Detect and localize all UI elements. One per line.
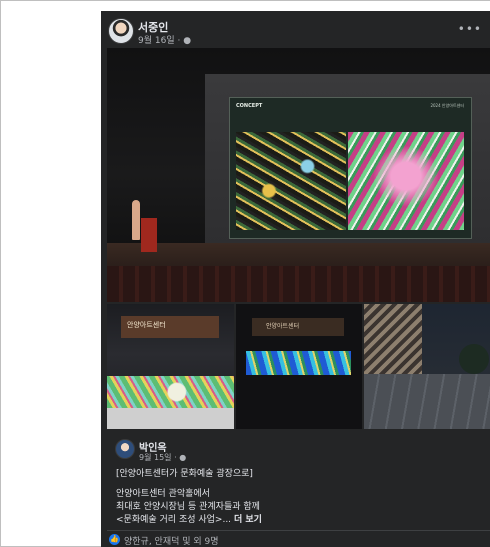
divider bbox=[107, 530, 490, 531]
shared-post-line-2: 안양아트센터 관악홀에서 bbox=[116, 489, 210, 499]
screen-artwork-left bbox=[236, 132, 346, 230]
facebook-post-card: 서중인 9월 16일 · ● ••• CONCEPT 2024 안양아트센터 안… bbox=[101, 11, 490, 547]
see-more-link[interactable]: 더 보기 bbox=[234, 515, 262, 525]
plaza-ground bbox=[364, 374, 490, 429]
post-date[interactable]: 9월 16일 bbox=[138, 36, 175, 46]
shared-post[interactable]: 박인옥 9월 15일 · ● [안양아트센터가 문화예술 광장으로] 안양아트센… bbox=[107, 431, 490, 527]
plaza-floor bbox=[107, 408, 234, 429]
tree bbox=[459, 344, 489, 374]
frame-border-top bbox=[0, 0, 490, 1]
shared-author-avatar[interactable] bbox=[115, 439, 135, 459]
building-sign-text: 안양아트센터 bbox=[127, 321, 166, 329]
screen-title: CONCEPT bbox=[236, 103, 263, 109]
reactions-row[interactable]: 👍 양한규, 안재덕 및 외 9명 bbox=[109, 534, 489, 547]
author-avatar[interactable] bbox=[108, 18, 134, 44]
left-blank-area bbox=[0, 0, 100, 547]
globe-icon: ● bbox=[183, 36, 192, 46]
more-options-icon[interactable]: ••• bbox=[458, 23, 482, 35]
shared-post-line-4: <문화예술 거리 조성 사업>... 더 보기 bbox=[116, 512, 262, 525]
photo-thumbnail-2[interactable]: 안양아트센터 bbox=[236, 304, 362, 429]
stage-floor bbox=[107, 243, 490, 268]
lectern bbox=[141, 218, 157, 252]
main-photo[interactable]: CONCEPT 2024 안양아트센터 bbox=[107, 48, 490, 302]
floor-artwork bbox=[107, 376, 234, 408]
photo-grid: 안양아트센터 안양아트센터 bbox=[107, 304, 490, 429]
speaker-figure bbox=[132, 200, 140, 240]
projection-screen: CONCEPT 2024 안양아트센터 bbox=[229, 97, 472, 239]
post-header: 서중인 9월 16일 · ● ••• bbox=[108, 18, 488, 46]
shared-post-line-1: [안양아트센터가 문화예술 광장으로] bbox=[116, 469, 253, 479]
screen-artwork-right bbox=[348, 132, 464, 230]
shared-post-line-3: 최대호 안양시장님 등 관계자들과 함께 bbox=[116, 502, 260, 512]
night-artwork bbox=[246, 351, 351, 375]
photo-thumbnail-3[interactable] bbox=[364, 304, 490, 429]
frame-border-left bbox=[0, 0, 1, 547]
shared-post-meta: 9월 15일 · ● bbox=[139, 452, 186, 463]
reactions-text[interactable]: 양한규, 안재덕 및 외 9명 bbox=[124, 534, 219, 547]
audience-seats bbox=[107, 266, 490, 302]
photo-thumbnail-1[interactable]: 안양아트센터 bbox=[107, 304, 234, 429]
globe-icon: ● bbox=[179, 453, 187, 462]
screen-subtitle: 2024 안양아트센터 bbox=[430, 103, 464, 108]
post-meta: 9월 16일 · ● bbox=[138, 33, 191, 46]
like-icon: 👍 bbox=[109, 534, 120, 545]
shared-post-date[interactable]: 9월 15일 bbox=[139, 453, 172, 462]
shared-post-line-4-text: <문화예술 거리 조성 사업>... bbox=[116, 515, 232, 525]
building-facade bbox=[364, 304, 422, 374]
building-sign-text: 안양아트센터 bbox=[266, 323, 300, 330]
